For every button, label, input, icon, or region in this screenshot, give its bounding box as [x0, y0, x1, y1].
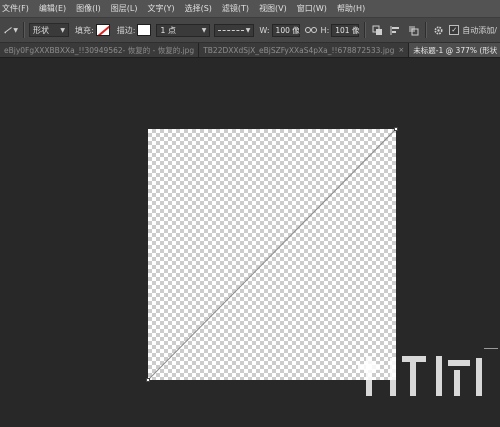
link-icon[interactable]	[304, 23, 318, 37]
tab-document-1[interactable]: eBjy0FgXXXBBXXa_!!30949562- 恢复的 - 恢复的.jp…	[0, 43, 200, 57]
menu-select[interactable]: 选择(S)	[180, 3, 217, 14]
tab-document-2[interactable]: TB22DXXdSjX_eBjSZFyXXaS4pXa_!!678872533.…	[199, 43, 410, 57]
separator	[23, 22, 25, 38]
chevron-down-icon: ▼	[60, 26, 65, 34]
height-label: H:	[320, 25, 330, 35]
options-bar: ▼ 形状 ▼ 填充: 描边: 1 点 ▼ ▼ W: 100 像 H: 101 像…	[0, 18, 500, 43]
shape-mode-value: 形状	[33, 25, 49, 35]
stroke-label: 描边:	[116, 25, 136, 35]
stroke-width-select[interactable]: 1 点 ▼	[156, 23, 211, 37]
separator	[364, 22, 367, 38]
path-operations-icon[interactable]	[370, 23, 384, 37]
tab-document-active[interactable]: 未标题-1 @ 377% (形状 1, RGB	[409, 43, 500, 57]
path-arrangement-icon[interactable]	[406, 23, 420, 37]
fill-swatch[interactable]	[95, 24, 110, 36]
auto-add-delete-label: 自动添加/	[462, 25, 497, 35]
watermark-logo	[350, 350, 500, 427]
tab-label: eBjy0FgXXXBBXXa_!!30949562- 恢复的 - 恢复的.jp…	[4, 45, 195, 55]
menu-help[interactable]: 帮助(H)	[332, 3, 370, 14]
close-icon[interactable]: ×	[398, 46, 404, 54]
width-field[interactable]: 100 像	[271, 23, 300, 37]
tab-label: 未标题-1 @ 377% (形状 1, RGB	[413, 45, 500, 55]
menu-edit[interactable]: 编辑(E)	[34, 3, 71, 14]
menu-file[interactable]: 文件(F)	[0, 3, 34, 14]
tab-label: TB22DXXdSjX_eBjSZFyXXaS4pXa_!!678872533.…	[203, 45, 395, 55]
line-shape[interactable]	[147, 128, 397, 381]
gear-icon[interactable]	[431, 23, 445, 37]
anchor-point-bottom-left[interactable]	[146, 378, 150, 382]
path-alignment-icon[interactable]	[388, 23, 402, 37]
menu-bar: 文件(F) 编辑(E) 图像(I) 图层(L) 文字(Y) 选择(S) 滤镜(T…	[0, 0, 500, 18]
menu-view[interactable]: 视图(V)	[254, 3, 292, 14]
stroke-type-select[interactable]: ▼	[214, 23, 255, 37]
document-tabs: eBjy0FgXXXBBXXa_!!30949562- 恢复的 - 恢复的.jp…	[0, 43, 500, 58]
menu-layer[interactable]: 图层(L)	[106, 3, 143, 14]
width-label: W:	[259, 25, 270, 35]
chevron-down-icon: ▼	[245, 26, 251, 34]
height-field[interactable]: 101 像	[331, 23, 359, 37]
chevron-down-icon: ▼	[201, 26, 207, 34]
tool-preset-icon[interactable]: ▼	[4, 23, 18, 37]
stroke-swatch[interactable]	[137, 24, 152, 36]
dashed-line-icon	[218, 29, 245, 31]
menu-type[interactable]: 文字(Y)	[142, 3, 179, 14]
anchor-point-top-right[interactable]	[394, 127, 398, 131]
menu-filter[interactable]: 滤镜(T)	[217, 3, 254, 14]
menu-window[interactable]: 窗口(W)	[292, 3, 332, 14]
stroke-width-value: 1 点	[160, 25, 177, 35]
separator	[425, 22, 428, 38]
fill-label: 填充:	[75, 25, 94, 35]
shape-mode-select[interactable]: 形状 ▼	[29, 23, 69, 37]
auto-add-delete-checkbox[interactable]: ✓	[449, 25, 460, 35]
menu-image[interactable]: 图像(I)	[71, 3, 106, 14]
